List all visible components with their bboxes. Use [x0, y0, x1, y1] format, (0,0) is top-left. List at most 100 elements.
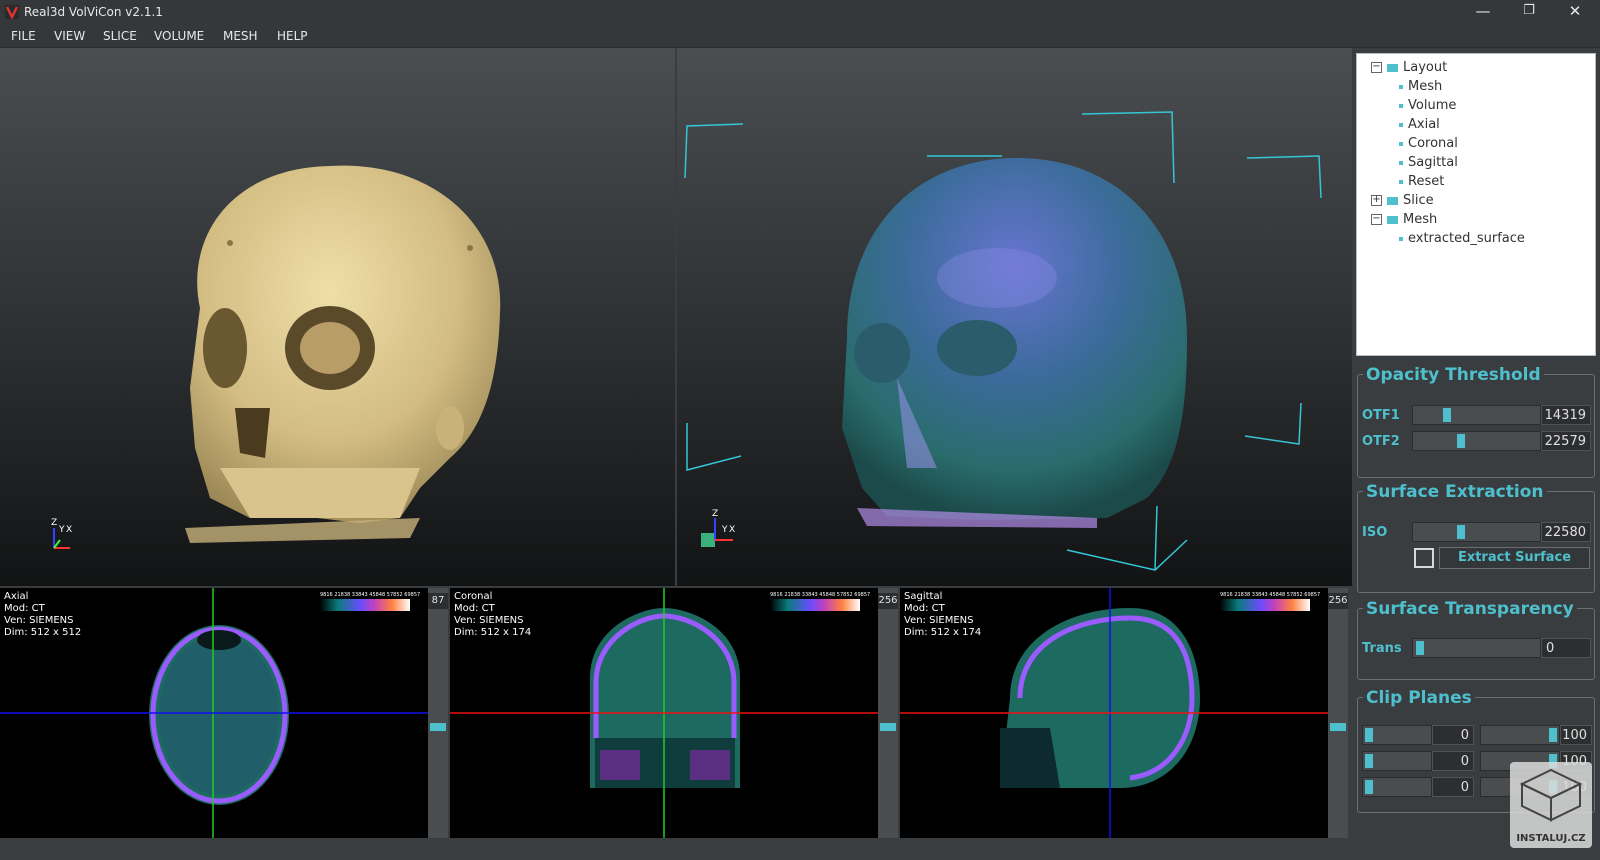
- axial-slice-view[interactable]: Axial Mod: CT Ven: SIEMENS Dim: 512 x 51…: [0, 588, 428, 838]
- otf2-label: OTF2: [1362, 434, 1400, 449]
- menu-volume[interactable]: VOLUME: [154, 29, 204, 43]
- axial-info: Axial Mod: CT Ven: SIEMENS Dim: 512 x 51…: [4, 591, 81, 639]
- slider-thumb[interactable]: [1365, 728, 1373, 742]
- clip-min-slider[interactable]: [1362, 777, 1432, 797]
- coronal-slider-thumb[interactable]: [880, 723, 896, 731]
- menu-file[interactable]: FILE: [11, 29, 36, 43]
- clip-min-value[interactable]: 0: [1432, 725, 1474, 745]
- volume-3d-view[interactable]: Z Y X: [677, 48, 1352, 586]
- expand-icon[interactable]: +: [1371, 195, 1382, 206]
- group-title: Opacity Threshold: [1363, 365, 1544, 385]
- svg-text:Y: Y: [58, 525, 65, 535]
- iso-label: ISO: [1362, 525, 1388, 540]
- svg-text:X: X: [66, 525, 72, 535]
- axial-slider-thumb[interactable]: [430, 723, 446, 731]
- colorbar-ticks: 9816 21838 33843 45848 57852 69857: [770, 592, 871, 598]
- extract-checkbox[interactable]: [1414, 548, 1434, 568]
- group-title: Clip Planes: [1363, 688, 1475, 708]
- tree-item-sagittal[interactable]: Sagittal: [1408, 153, 1458, 172]
- collapse-icon[interactable]: −: [1371, 214, 1382, 225]
- svg-text:Y: Y: [721, 525, 728, 535]
- trans-value[interactable]: 0: [1541, 638, 1591, 658]
- coronal-slice-view[interactable]: Coronal Mod: CT Ven: SIEMENS Dim: 512 x …: [450, 588, 878, 838]
- skull-mesh-render: Z Y X: [51, 165, 501, 549]
- trans-slider[interactable]: [1412, 638, 1541, 658]
- window-title: Real3d VolViCon v2.1.1: [24, 5, 163, 19]
- extract-surface-button[interactable]: Extract Surface: [1439, 547, 1590, 569]
- colorbar: 9816 21838 33843 45848 57852 69857: [320, 592, 420, 611]
- trans-label: Trans: [1362, 641, 1402, 656]
- tree-item-extracted-surface[interactable]: extracted_surface: [1408, 229, 1525, 248]
- colorbar: 9816 21838 33843 45848 57852 69857: [770, 592, 871, 611]
- clip-min-value[interactable]: 0: [1432, 751, 1474, 771]
- tree-item-coronal[interactable]: Coronal: [1408, 134, 1458, 153]
- sagittal-slice-slider[interactable]: 256: [1328, 588, 1348, 838]
- coronal-info: Coronal Mod: CT Ven: SIEMENS Dim: 512 x …: [454, 591, 531, 639]
- coronal-slice-slider[interactable]: 256: [878, 588, 898, 838]
- slider-thumb[interactable]: [1457, 434, 1465, 448]
- bullet-icon: [1399, 123, 1403, 127]
- group-title: Surface Transparency: [1363, 599, 1577, 619]
- collapse-icon[interactable]: −: [1371, 62, 1382, 73]
- otf1-slider[interactable]: [1412, 405, 1541, 425]
- axial-slice-slider[interactable]: 87: [428, 588, 448, 838]
- opacity-threshold-group: Opacity Threshold OTF1 14319 OTF2 22579: [1357, 365, 1595, 478]
- clip-min-slider[interactable]: [1362, 751, 1432, 771]
- slider-thumb[interactable]: [1549, 728, 1557, 742]
- iso-slider[interactable]: [1412, 522, 1541, 542]
- watermark: INSTALUJ.CZ: [1510, 762, 1592, 848]
- close-button[interactable]: ✕: [1552, 0, 1598, 24]
- slice-name: Axial: [4, 591, 29, 602]
- slider-thumb[interactable]: [1365, 754, 1373, 768]
- iso-value[interactable]: 22580: [1541, 522, 1591, 542]
- clip-min-slider[interactable]: [1362, 725, 1432, 745]
- tree-item-reset[interactable]: Reset: [1408, 172, 1444, 191]
- slice-name: Coronal: [454, 591, 493, 602]
- tree-item-slice[interactable]: Slice: [1403, 191, 1434, 210]
- menu-slice[interactable]: SLICE: [103, 29, 137, 43]
- tree-item-volume[interactable]: Volume: [1408, 96, 1456, 115]
- slice-vendor: Ven: SIEMENS: [4, 615, 74, 626]
- maximize-button[interactable]: ❐: [1506, 0, 1552, 24]
- tree-item-axial[interactable]: Axial: [1408, 115, 1440, 134]
- scene-tree[interactable]: − Layout Mesh Volume Axial Coronal Sagit…: [1356, 53, 1596, 356]
- bullet-icon: [1399, 142, 1403, 146]
- svg-text:Z: Z: [712, 509, 718, 519]
- watermark-text: INSTALUJ.CZ: [1516, 833, 1586, 844]
- menu-mesh[interactable]: MESH: [223, 29, 258, 43]
- mesh-3d-view[interactable]: Z Y X: [0, 48, 675, 586]
- surface-extraction-group: Surface Extraction ISO 22580 Extract Sur…: [1357, 482, 1595, 593]
- otf1-value[interactable]: 14319: [1541, 405, 1591, 425]
- tree-item-layout[interactable]: Layout: [1403, 58, 1447, 77]
- menu-help[interactable]: HELP: [277, 29, 308, 43]
- volume-render: Z Y X: [684, 111, 1322, 571]
- colorbar: 9816 21838 33843 45848 57852 69857: [1220, 592, 1320, 611]
- slice-dimensions: Dim: 512 x 512: [4, 627, 82, 638]
- app-logo-icon: [5, 5, 19, 19]
- folder-icon: [1387, 197, 1398, 205]
- sagittal-slider-thumb[interactable]: [1330, 723, 1346, 731]
- slice-modality: Mod: CT: [454, 603, 495, 614]
- bullet-icon: [1399, 104, 1403, 108]
- sagittal-slice-view[interactable]: Sagittal Mod: CT Ven: SIEMENS Dim: 512 x…: [900, 588, 1328, 838]
- otf2-slider[interactable]: [1412, 431, 1541, 451]
- slider-thumb[interactable]: [1365, 780, 1373, 794]
- menu-view[interactable]: VIEW: [54, 29, 85, 43]
- folder-icon: [1387, 64, 1398, 72]
- bullet-icon: [1399, 180, 1403, 184]
- coronal-slider-value: 256: [878, 593, 898, 609]
- clip-max-slider[interactable]: [1480, 725, 1560, 745]
- surface-transparency-group: Surface Transparency Trans 0: [1357, 599, 1595, 680]
- clip-min-value[interactable]: 0: [1432, 777, 1474, 797]
- otf2-value[interactable]: 22579: [1541, 431, 1591, 451]
- minimize-button[interactable]: —: [1460, 0, 1506, 24]
- slider-thumb[interactable]: [1457, 525, 1465, 539]
- menu-bar: FILE VIEW SLICE VOLUME MESH HELP: [0, 24, 1600, 48]
- clip-max-value[interactable]: 100: [1560, 725, 1592, 745]
- tree-item-mesh[interactable]: Mesh: [1403, 210, 1437, 229]
- otf1-label: OTF1: [1362, 408, 1400, 423]
- slider-thumb[interactable]: [1443, 408, 1451, 422]
- tree-item-mesh-layout[interactable]: Mesh: [1408, 77, 1442, 96]
- orientation-axes-icon: Z Y X: [51, 518, 72, 549]
- slider-thumb[interactable]: [1416, 641, 1424, 655]
